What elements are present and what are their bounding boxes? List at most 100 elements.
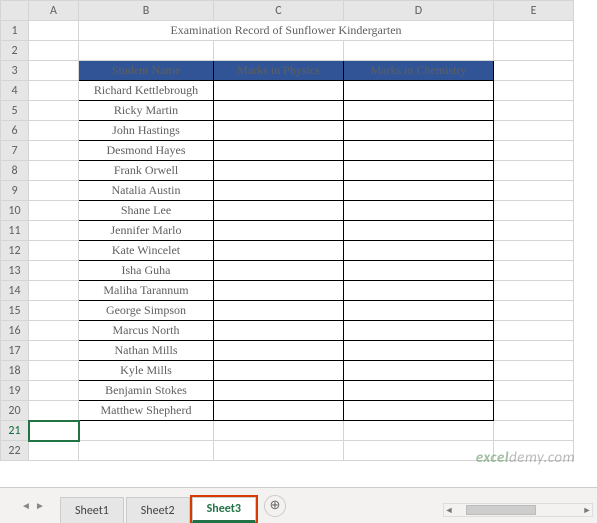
cell-D22[interactable] xyxy=(344,441,494,461)
cell-A3[interactable] xyxy=(29,61,79,81)
cell-D14[interactable] xyxy=(344,281,494,301)
cell-B21[interactable] xyxy=(79,421,214,441)
cell-D16[interactable] xyxy=(344,321,494,341)
cell-A13[interactable] xyxy=(29,261,79,281)
cell-B8[interactable]: Frank Orwell xyxy=(79,161,214,181)
row-header-8[interactable]: 8 xyxy=(1,161,29,181)
horizontal-scrollbar[interactable]: ◄ ► xyxy=(443,503,593,517)
cell-E3[interactable] xyxy=(494,61,574,81)
col-header-C[interactable]: C xyxy=(214,1,344,21)
cell-C9[interactable] xyxy=(214,181,344,201)
cell-B3[interactable]: Student Name xyxy=(79,61,214,81)
cell-A4[interactable] xyxy=(29,81,79,101)
cell-D4[interactable] xyxy=(344,81,494,101)
cell-D8[interactable] xyxy=(344,161,494,181)
cell-C6[interactable] xyxy=(214,121,344,141)
cell-B19[interactable]: Benjamin Stokes xyxy=(79,381,214,401)
cell-E2[interactable] xyxy=(494,41,574,61)
col-header-E[interactable]: E xyxy=(494,1,574,21)
cell-A11[interactable] xyxy=(29,221,79,241)
cell-E17[interactable] xyxy=(494,341,574,361)
cell-B14[interactable]: Maliha Tarannum xyxy=(79,281,214,301)
sheet-tab-sheet2[interactable]: Sheet2 xyxy=(126,497,190,523)
cell-A7[interactable] xyxy=(29,141,79,161)
cell-E8[interactable] xyxy=(494,161,574,181)
cell-E18[interactable] xyxy=(494,361,574,381)
cell-B15[interactable]: George Simpson xyxy=(79,301,214,321)
cell-C4[interactable] xyxy=(214,81,344,101)
cell-E15[interactable] xyxy=(494,301,574,321)
row-header-1[interactable]: 1 xyxy=(1,21,29,41)
cell-A5[interactable] xyxy=(29,101,79,121)
row-header-5[interactable]: 5 xyxy=(1,101,29,121)
row-header-11[interactable]: 11 xyxy=(1,221,29,241)
cell-E4[interactable] xyxy=(494,81,574,101)
cell-A20[interactable] xyxy=(29,401,79,421)
cell-C12[interactable] xyxy=(214,241,344,261)
cell-B9[interactable]: Natalia Austin xyxy=(79,181,214,201)
row-header-3[interactable]: 3 xyxy=(1,61,29,81)
cell-E5[interactable] xyxy=(494,101,574,121)
cell-E20[interactable] xyxy=(494,401,574,421)
scrollbar-thumb[interactable] xyxy=(466,505,536,515)
cell-E19[interactable] xyxy=(494,381,574,401)
cell-D12[interactable] xyxy=(344,241,494,261)
cell-B11[interactable]: Jennifer Marlo xyxy=(79,221,214,241)
cell-A10[interactable] xyxy=(29,201,79,221)
cell-E7[interactable] xyxy=(494,141,574,161)
cell-D19[interactable] xyxy=(344,381,494,401)
cell-E13[interactable] xyxy=(494,261,574,281)
cell-B2[interactable] xyxy=(79,41,214,61)
row-header-10[interactable]: 10 xyxy=(1,201,29,221)
col-header-B[interactable]: B xyxy=(79,1,214,21)
cell-B5[interactable]: Ricky Martin xyxy=(79,101,214,121)
cell-D2[interactable] xyxy=(344,41,494,61)
row-header-7[interactable]: 7 xyxy=(1,141,29,161)
cell-D17[interactable] xyxy=(344,341,494,361)
row-header-18[interactable]: 18 xyxy=(1,361,29,381)
cell-E10[interactable] xyxy=(494,201,574,221)
cell-E21[interactable] xyxy=(494,421,574,441)
cell-C16[interactable] xyxy=(214,321,344,341)
cell-D10[interactable] xyxy=(344,201,494,221)
cell-B13[interactable]: Isha Guha xyxy=(79,261,214,281)
row-header-17[interactable]: 17 xyxy=(1,341,29,361)
cell-E14[interactable] xyxy=(494,281,574,301)
cell-D21[interactable] xyxy=(344,421,494,441)
cell-C8[interactable] xyxy=(214,161,344,181)
cell-B7[interactable]: Desmond Hayes xyxy=(79,141,214,161)
cell-A18[interactable] xyxy=(29,361,79,381)
cell-B1[interactable]: Examination Record of Sunflower Kinderga… xyxy=(79,21,494,41)
cell-C5[interactable] xyxy=(214,101,344,121)
row-header-13[interactable]: 13 xyxy=(1,261,29,281)
cell-C19[interactable] xyxy=(214,381,344,401)
cell-A22[interactable] xyxy=(29,441,79,461)
row-header-2[interactable]: 2 xyxy=(1,41,29,61)
cell-D5[interactable] xyxy=(344,101,494,121)
cell-D13[interactable] xyxy=(344,261,494,281)
cell-A2[interactable] xyxy=(29,41,79,61)
cell-B10[interactable]: Shane Lee xyxy=(79,201,214,221)
cell-E12[interactable] xyxy=(494,241,574,261)
col-header-D[interactable]: D xyxy=(344,1,494,21)
add-sheet-button[interactable]: ⊕ xyxy=(264,495,286,517)
cell-C13[interactable] xyxy=(214,261,344,281)
cell-C7[interactable] xyxy=(214,141,344,161)
cell-A9[interactable] xyxy=(29,181,79,201)
cell-A8[interactable] xyxy=(29,161,79,181)
cell-D18[interactable] xyxy=(344,361,494,381)
cell-A21[interactable] xyxy=(29,421,79,441)
cell-D20[interactable] xyxy=(344,401,494,421)
row-header-16[interactable]: 16 xyxy=(1,321,29,341)
worksheet-grid[interactable]: A B C D E 1Examination Record of Sunflow… xyxy=(0,0,597,487)
cell-B12[interactable]: Kate Wincelet xyxy=(79,241,214,261)
tab-nav-prev-icon[interactable]: ◄ xyxy=(20,500,32,512)
cell-B18[interactable]: Kyle Mills xyxy=(79,361,214,381)
cell-E9[interactable] xyxy=(494,181,574,201)
row-header-14[interactable]: 14 xyxy=(1,281,29,301)
cell-A14[interactable] xyxy=(29,281,79,301)
cell-E6[interactable] xyxy=(494,121,574,141)
row-header-19[interactable]: 19 xyxy=(1,381,29,401)
cell-C20[interactable] xyxy=(214,401,344,421)
cell-C15[interactable] xyxy=(214,301,344,321)
